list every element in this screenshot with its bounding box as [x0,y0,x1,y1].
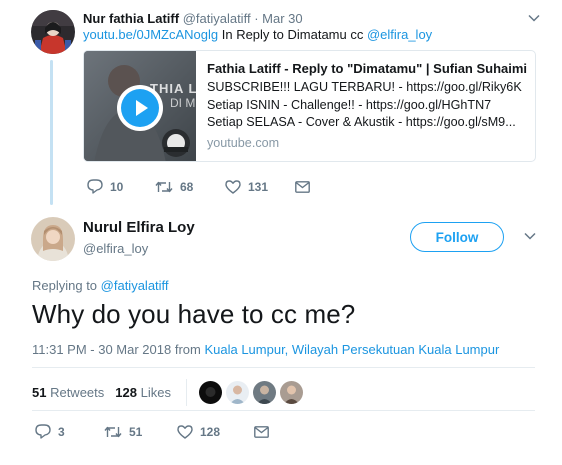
parent-author-handle[interactable]: @fatiyalatiff [183,11,251,26]
follow-button[interactable]: Follow [410,222,504,252]
card-description-line: Setiap ISNIN - Challenge!! - https://goo… [207,97,492,112]
card-description-line: SUBSCRIBE!!! LAGU TERBARU! - https://goo… [207,80,522,94]
main-tweet-text: Why do you have to cc me? [32,299,356,329]
parent-author-avatar[interactable] [31,10,75,54]
reply-count: 3 [58,424,65,439]
stats-divider [185,379,187,406]
message-icon [295,180,310,193]
liker-avatar[interactable] [198,381,222,404]
main-author-avatar[interactable] [31,217,75,261]
reply-icon [87,179,103,194]
chevron-down-icon[interactable] [524,228,536,243]
replying-to-handle[interactable]: @fatiyalatiff [101,278,169,293]
liker-avatar[interactable] [279,381,303,404]
retweet-count: 68 [180,179,194,194]
replying-to: Replying to @fatiyalatiff [32,278,169,293]
retweet-button[interactable]: 51 [104,425,177,439]
likes-stat[interactable]: 128 Likes [115,385,171,400]
engagement-stats: 51 Retweets 128 Likes [32,379,307,406]
like-icon [225,179,241,194]
like-button[interactable]: 128 [177,425,254,439]
main-tweet-actions: 3 51 128 [35,424,269,439]
mention-link[interactable]: @elfira_loy [367,27,432,42]
retweets-stat-label: Retweets [46,385,105,400]
card-domain: youtube.com [207,135,280,150]
retweet-icon [104,426,122,437]
parent-tweet-header: Nur fathia Latiff @fatiyalatiff · Mar 30 [83,11,303,26]
reply-icon [35,424,51,439]
parent-tweet-text: youtu.be/0JMZcANoglg In Reply to Dimatam… [83,27,432,42]
main-author-name[interactable]: Nurul Elfira Loy [83,219,195,236]
separator-dot: · [254,11,259,26]
parent-tweet-actions: 10 68 131 [87,179,310,194]
tweet-timestamp[interactable]: 11:31 PM - 30 Mar 2018 from [32,342,204,357]
liker-avatar[interactable] [252,381,276,404]
likes-stat-label: Likes [136,385,171,400]
tweet-metadata: 11:31 PM - 30 Mar 2018 from Kuala Lumpur… [32,342,499,357]
thumbnail-subtitle-overlay: DI M [170,96,196,110]
video-thumbnail[interactable]: THIA L DI M [84,51,196,161]
reply-count: 10 [110,179,124,194]
direct-message-button[interactable] [254,425,269,438]
liker-avatars [198,381,307,404]
card-description-line: Setiap SELASA - Cover & Akustik - https:… [207,115,516,129]
direct-message-button[interactable] [295,180,310,193]
replying-to-label: Replying to [32,278,101,293]
divider [32,410,535,411]
parent-tweet-date[interactable]: Mar 30 [262,11,302,26]
reply-button[interactable]: 10 [87,179,155,194]
thread-line [50,60,53,205]
parent-tweet-body: In Reply to Dimatamu cc [218,27,367,42]
tweet-location[interactable]: Kuala Lumpur, Wilayah Persekutuan Kuala … [204,342,499,357]
liker-avatar[interactable] [225,381,249,404]
retweet-icon [155,181,173,192]
chevron-down-icon[interactable] [528,10,540,25]
message-icon [254,425,269,438]
play-button[interactable] [117,85,163,131]
retweets-stat-count: 51 [32,385,47,400]
retweet-count: 51 [129,424,143,439]
likes-stat-count: 128 [115,385,137,400]
link-preview-card[interactable]: THIA L DI M Fathia Latiff - Reply to "Di… [83,50,536,162]
like-button[interactable]: 131 [225,180,295,194]
like-count: 128 [200,424,221,439]
divider [32,367,535,368]
card-body: Fathia Latiff - Reply to "Dimatamu" | Su… [207,61,529,150]
reply-button[interactable]: 3 [35,424,104,439]
parent-author-name[interactable]: Nur fathia Latiff [83,11,179,26]
retweet-button[interactable]: 68 [155,180,225,194]
youtube-link[interactable]: youtu.be/0JMZcANoglg [83,27,218,42]
card-title: Fathia Latiff - Reply to "Dimatamu" | Su… [207,61,528,76]
like-count: 131 [248,179,269,194]
retweets-stat[interactable]: 51 Retweets [32,385,104,400]
main-author-handle[interactable]: @elfira_loy [83,241,148,256]
play-icon [121,89,159,127]
like-icon [177,424,193,439]
